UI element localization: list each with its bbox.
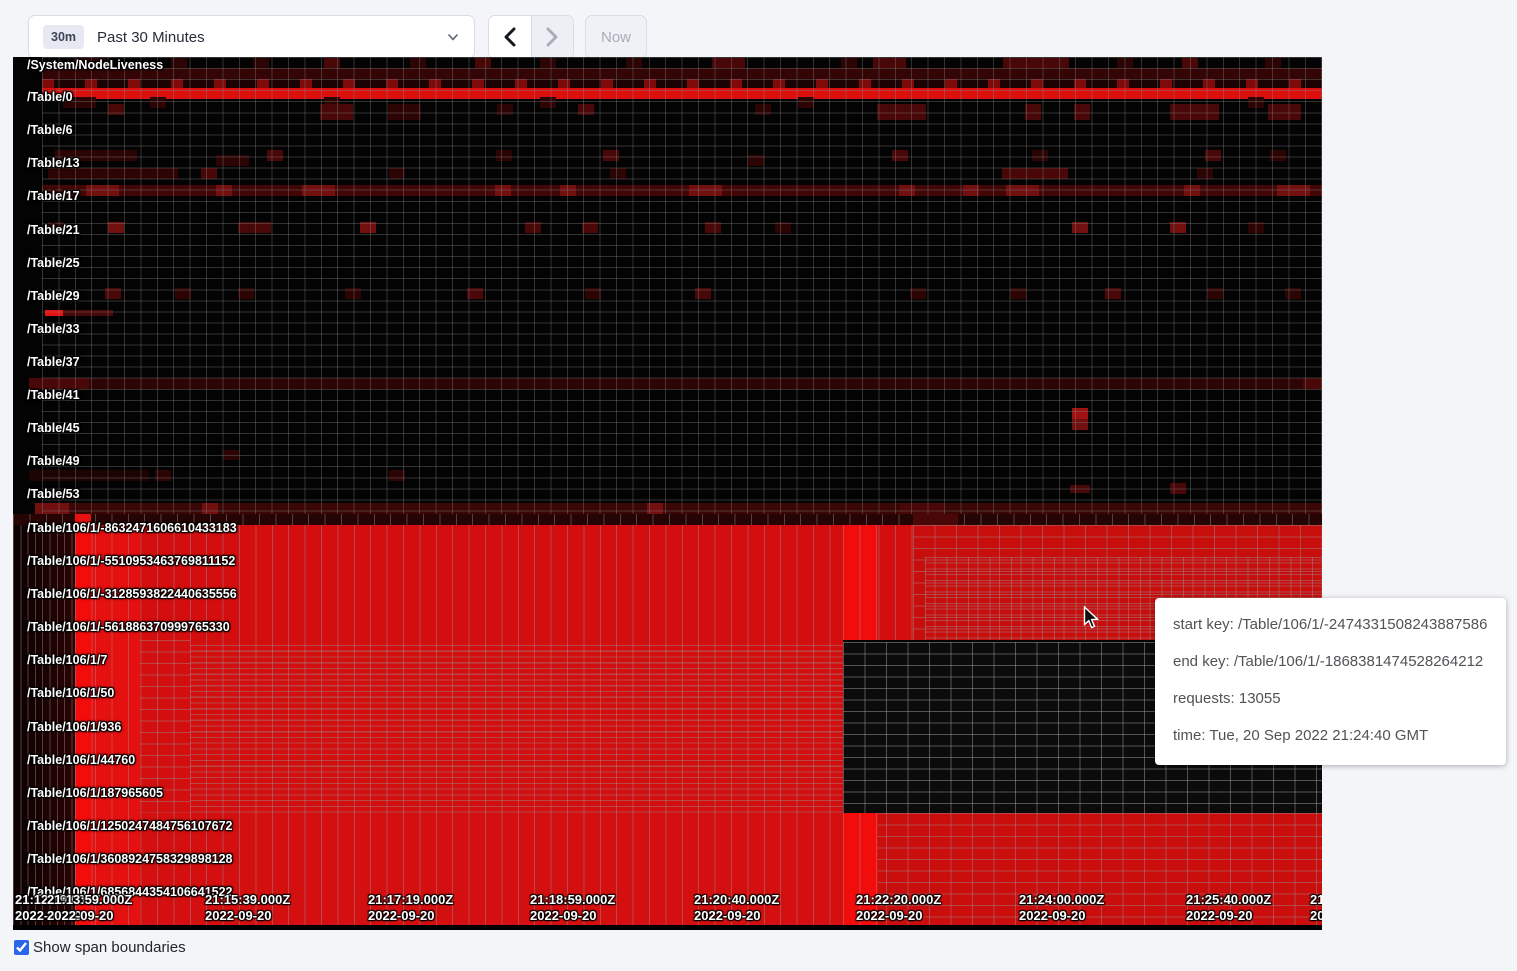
time-nav-group [488,15,574,59]
time-range-badge: 30m [43,25,84,49]
tooltip-start-key: start key: /Table/106/1/-247433150824388… [1173,615,1488,634]
time-range-select[interactable]: 30m Past 30 Minutes [28,15,475,59]
heatmap-region [42,57,1322,514]
time-range-label: Past 30 Minutes [97,29,446,46]
prev-time-button[interactable] [489,16,531,58]
chevron-right-icon [545,27,559,47]
heatmap-region [843,525,878,640]
tooltip-end-key: end key: /Table/106/1/-18683814745282642… [1173,652,1488,671]
heatmap-region [140,640,190,813]
show-span-boundaries-checkbox[interactable] [14,940,29,955]
heatmap-region [843,813,1322,925]
heatmap-region [13,514,1322,525]
heatmap-region [843,813,878,925]
heatmap-region [75,525,913,640]
heatmap-tooltip: start key: /Table/106/1/-247433150824388… [1155,598,1506,765]
footer: Show span boundaries [14,939,186,956]
toolbar: 30m Past 30 Minutes Now [0,0,1517,57]
heatmap-region [13,925,1322,930]
heatmap-region [75,813,843,925]
now-button[interactable]: Now [585,15,647,59]
heatmap-region [75,514,91,525]
chevron-down-icon [446,30,460,44]
heatmap-region [13,525,75,925]
chevron-left-icon [503,27,517,47]
next-time-button[interactable] [531,16,573,58]
heatmap-region [190,645,843,813]
heatmap-region [913,514,958,525]
tooltip-requests: requests: 13055 [1173,689,1488,708]
show-span-boundaries-label: Show span boundaries [33,939,186,956]
tooltip-time: time: Tue, 20 Sep 2022 21:24:40 GMT [1173,726,1488,745]
heatmap-region [95,525,140,925]
key-visualizer-heatmap[interactable]: /System/NodeLiveness/Table/0/Table/6/Tab… [13,57,1322,930]
heatmap-region [75,525,95,925]
